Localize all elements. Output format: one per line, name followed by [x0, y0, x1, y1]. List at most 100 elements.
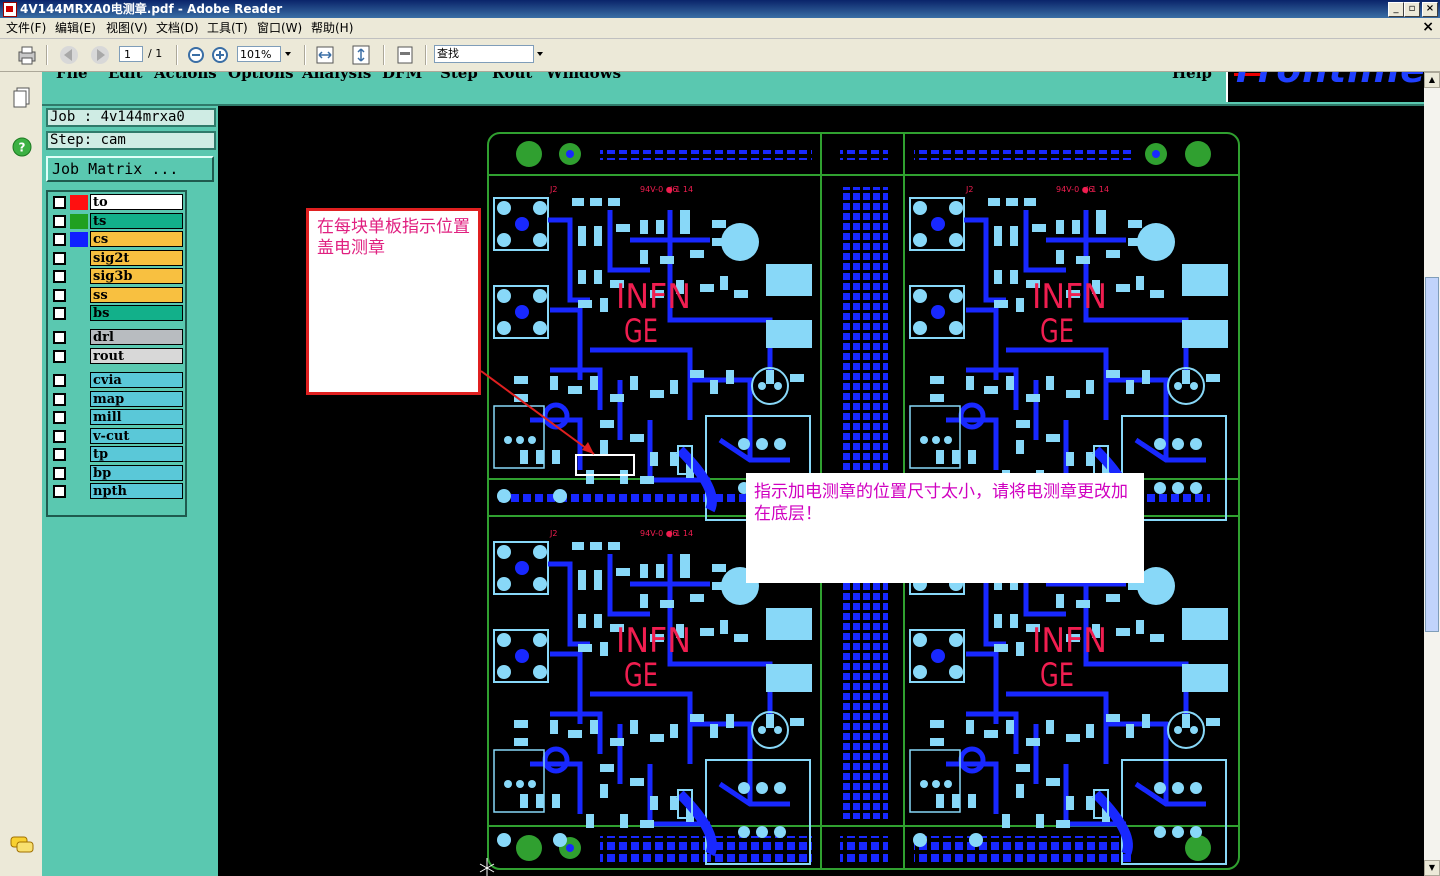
page-total: / 1 — [148, 47, 163, 60]
layer-checkbox[interactable] — [53, 467, 66, 480]
pdf-app-icon — [3, 2, 17, 17]
pcb-panel-image: INFN GE 94V-0 ● 1 14 J2 J6 — [91, 72, 1240, 876]
fit-width-icon[interactable] — [314, 44, 336, 66]
annotation-note-stamp-location[interactable]: 在每块单板指示位置盖电测章 — [306, 208, 481, 395]
minimize-button[interactable]: _ — [1388, 2, 1404, 17]
close-button[interactable]: × — [1422, 2, 1438, 17]
genesis-menu-analysis[interactable]: Analysis — [302, 72, 371, 82]
layer-row-cvia[interactable]: cvia — [50, 372, 184, 388]
genesis-menu-edit[interactable]: Edit — [108, 72, 143, 82]
genesis-menu-dfm[interactable]: DFM — [382, 72, 422, 82]
layer-row-mill[interactable]: mill — [50, 409, 184, 425]
zoom-out-icon[interactable] — [186, 44, 206, 66]
layer-checkbox[interactable] — [53, 350, 66, 363]
next-page-icon[interactable] — [89, 44, 111, 66]
layer-name: sig2t — [90, 250, 183, 266]
restore-button[interactable]: ▫ — [1404, 2, 1420, 17]
layer-row-to[interactable]: to — [50, 194, 184, 210]
layer-checkbox[interactable] — [53, 374, 66, 387]
layer-name: cvia — [90, 372, 183, 388]
title-bar: 4V144MRXA0电测章.pdf - Adobe Reader _ ▫ × — [0, 0, 1440, 18]
layer-checkbox[interactable] — [53, 252, 66, 265]
frontline-logo: Frontline — [1226, 72, 1424, 102]
layer-name: bs — [90, 305, 183, 321]
document-view: INFN GE 94V-0 ● 1 14 J2 J6 — [42, 72, 1424, 876]
layer-row-sig3b[interactable]: sig3b — [50, 268, 184, 284]
menu-tools[interactable]: 工具(T) — [207, 20, 248, 36]
layer-checkbox[interactable] — [53, 307, 66, 320]
document-close-button[interactable]: × — [1422, 19, 1434, 35]
layer-row-bs[interactable]: bs — [50, 305, 184, 321]
genesis-menu-windows[interactable]: Windows — [546, 72, 621, 82]
annotation-note-text: 指示加电测章的位置尺寸太小，请将电测章更改加在底层！ — [754, 482, 1128, 524]
menu-document[interactable]: 文档(D) — [156, 20, 199, 36]
zoom-in-icon[interactable] — [210, 44, 230, 66]
layer-color-swatch — [70, 214, 88, 229]
menu-bar: 文件(F) 编辑(E) 视图(V) 文档(D) 工具(T) 窗口(W) 帮助(H… — [0, 18, 1440, 39]
layer-row-tp[interactable]: tp — [50, 446, 184, 462]
layer-checkbox[interactable] — [53, 196, 66, 209]
layer-row-bp[interactable]: bp — [50, 465, 184, 481]
genesis-menu-file[interactable]: File — [56, 72, 88, 82]
page-display-icon[interactable] — [394, 44, 416, 66]
layer-name: drl — [90, 329, 183, 345]
layer-row-ss[interactable]: ss — [50, 287, 184, 303]
layer-row-ts[interactable]: ts — [50, 213, 184, 229]
layer-name: ss — [90, 287, 183, 303]
search-dropdown-arrow-icon[interactable] — [537, 52, 543, 56]
genesis-menu-options[interactable]: Options — [228, 72, 294, 82]
layer-checkbox[interactable] — [53, 485, 66, 498]
layer-checkbox[interactable] — [53, 411, 66, 424]
layer-name: rout — [90, 348, 183, 364]
layer-checkbox[interactable] — [53, 430, 66, 443]
layer-checkbox[interactable] — [53, 448, 66, 461]
zoom-dropdown-arrow-icon[interactable] — [285, 52, 291, 56]
annotation-note-stamp-size[interactable]: 指示加电测章的位置尺寸太小，请将电测章更改加在底层！ — [746, 473, 1144, 583]
genesis-menu-help[interactable]: Help — [1172, 72, 1212, 82]
layer-checkbox[interactable] — [53, 289, 66, 302]
zoom-level-select[interactable]: 101% — [237, 46, 281, 62]
layer-row-map[interactable]: map — [50, 391, 184, 407]
scroll-thumb[interactable] — [1425, 277, 1439, 632]
layer-checkbox[interactable] — [53, 215, 66, 228]
layer-checkbox[interactable] — [53, 233, 66, 246]
layer-row-cs[interactable]: cs — [50, 231, 184, 247]
layer-row-drl[interactable]: drl — [50, 329, 184, 345]
layer-name: map — [90, 391, 183, 407]
layer-row-rout[interactable]: rout — [50, 348, 184, 364]
layer-color-swatch — [70, 195, 88, 210]
menu-file[interactable]: 文件(F) — [6, 20, 46, 36]
menu-window[interactable]: 窗口(W) — [257, 20, 302, 36]
scroll-down-icon[interactable]: ▼ — [1424, 860, 1440, 876]
window-title: 4V144MRXA0电测章.pdf - Adobe Reader — [20, 2, 283, 16]
help-icon[interactable]: ? — [11, 136, 33, 158]
vertical-scrollbar[interactable]: ▲ ▼ — [1424, 72, 1440, 876]
layer-checkbox[interactable] — [53, 270, 66, 283]
pages-icon[interactable] — [12, 86, 32, 108]
print-icon[interactable] — [15, 44, 39, 66]
menu-edit[interactable]: 编辑(E) — [55, 20, 96, 36]
genesis-menu-step[interactable]: Step — [440, 72, 478, 82]
search-input[interactable]: 查找 — [434, 45, 534, 63]
job-matrix-button[interactable]: Job Matrix ... — [46, 156, 214, 182]
layer-name: v-cut — [90, 428, 183, 444]
navigation-pane: ? — [0, 72, 43, 876]
layer-list: to ts cs sig2t sig3b ss bs drl rout cvia map mill v-… — [46, 190, 187, 517]
layer-row-sig2t[interactable]: sig2t — [50, 250, 184, 266]
layer-row-v-cut[interactable]: v-cut — [50, 428, 184, 444]
menu-help[interactable]: 帮助(H) — [311, 20, 353, 36]
scroll-up-icon[interactable]: ▲ — [1424, 72, 1440, 88]
layer-name: bp — [90, 465, 183, 481]
genesis-menu-actions[interactable]: Actions — [154, 72, 217, 82]
genesis-menu-rout[interactable]: Rout — [492, 72, 532, 82]
fit-page-icon[interactable] — [350, 44, 372, 66]
layer-name: cs — [90, 231, 183, 247]
layer-name: tp — [90, 446, 183, 462]
menu-view[interactable]: 视图(V) — [106, 20, 148, 36]
layer-row-npth[interactable]: npth — [50, 483, 184, 499]
comments-icon[interactable] — [9, 834, 35, 856]
layer-checkbox[interactable] — [53, 331, 66, 344]
previous-page-icon[interactable] — [58, 44, 80, 66]
layer-checkbox[interactable] — [53, 393, 66, 406]
page-number-input[interactable]: 1 — [119, 46, 143, 62]
